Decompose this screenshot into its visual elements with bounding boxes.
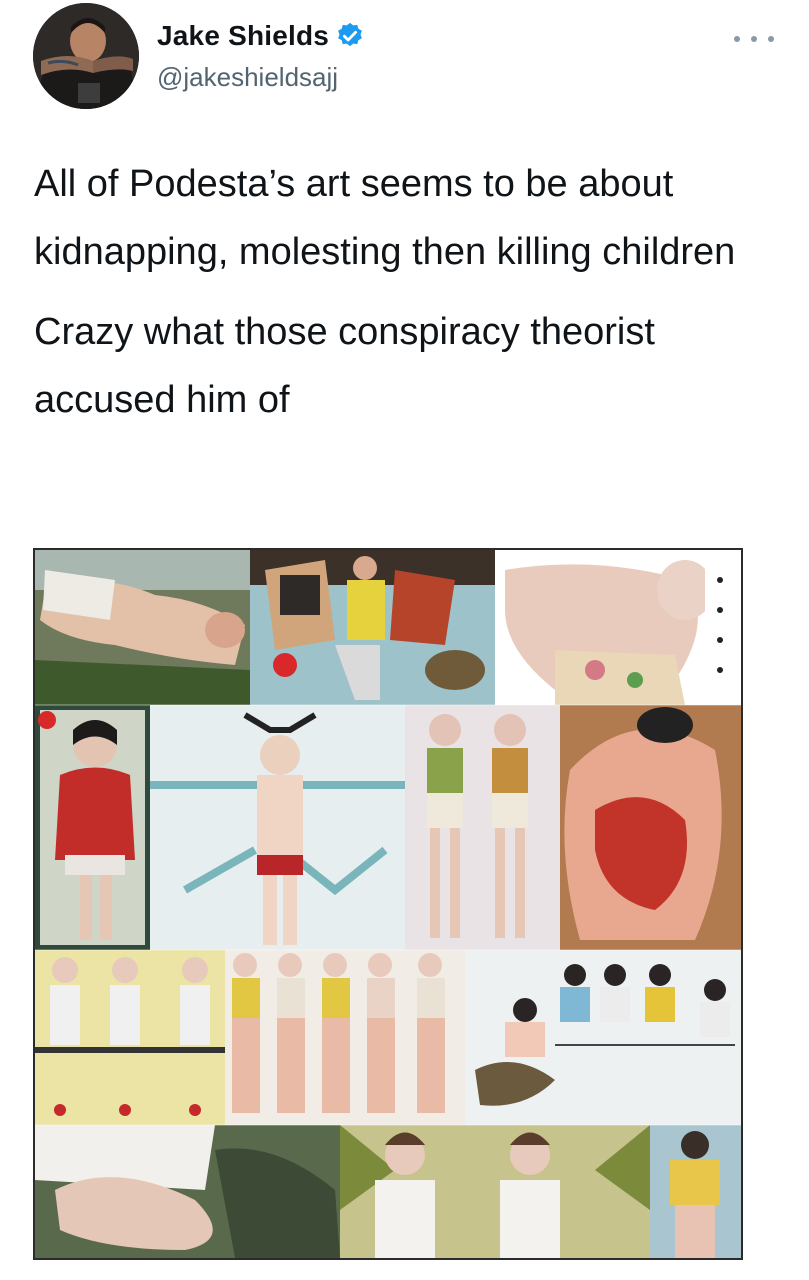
more-dot bbox=[751, 36, 757, 42]
collage-tile bbox=[35, 550, 250, 705]
author-name-row[interactable]: Jake Shields bbox=[157, 20, 365, 52]
author-name[interactable]: Jake Shields bbox=[157, 20, 329, 52]
collage-tile bbox=[35, 705, 150, 950]
tweet-text: All of Podesta’s art seems to be about k… bbox=[34, 150, 774, 446]
author-handle[interactable]: @jakeshieldsajj bbox=[157, 62, 338, 93]
collage-tile bbox=[495, 550, 741, 705]
tweet-paragraph: All of Podesta’s art seems to be about k… bbox=[34, 163, 736, 273]
more-dot bbox=[734, 36, 740, 42]
collage-tile bbox=[150, 705, 405, 950]
tweet-paragraph: Crazy what those conspiracy theorist acc… bbox=[34, 311, 655, 421]
collage-tile bbox=[560, 705, 741, 950]
profile-avatar[interactable] bbox=[33, 3, 139, 109]
more-dot bbox=[768, 36, 774, 42]
tweet-header: Jake Shields @jakeshieldsajj bbox=[0, 0, 809, 120]
more-options-icon[interactable] bbox=[734, 24, 774, 54]
collage-tile bbox=[250, 550, 495, 705]
collage-tile bbox=[35, 950, 225, 1125]
verified-badge-icon bbox=[335, 21, 365, 51]
collage-tile bbox=[650, 1125, 741, 1258]
collage-tile bbox=[465, 950, 741, 1125]
artwork-collage-image bbox=[35, 550, 741, 1258]
collage-tile bbox=[225, 950, 465, 1125]
collage-tile bbox=[340, 1125, 650, 1258]
collage-tile bbox=[35, 1125, 340, 1258]
tweet-media-image[interactable] bbox=[33, 548, 743, 1260]
collage-tile bbox=[405, 705, 560, 950]
